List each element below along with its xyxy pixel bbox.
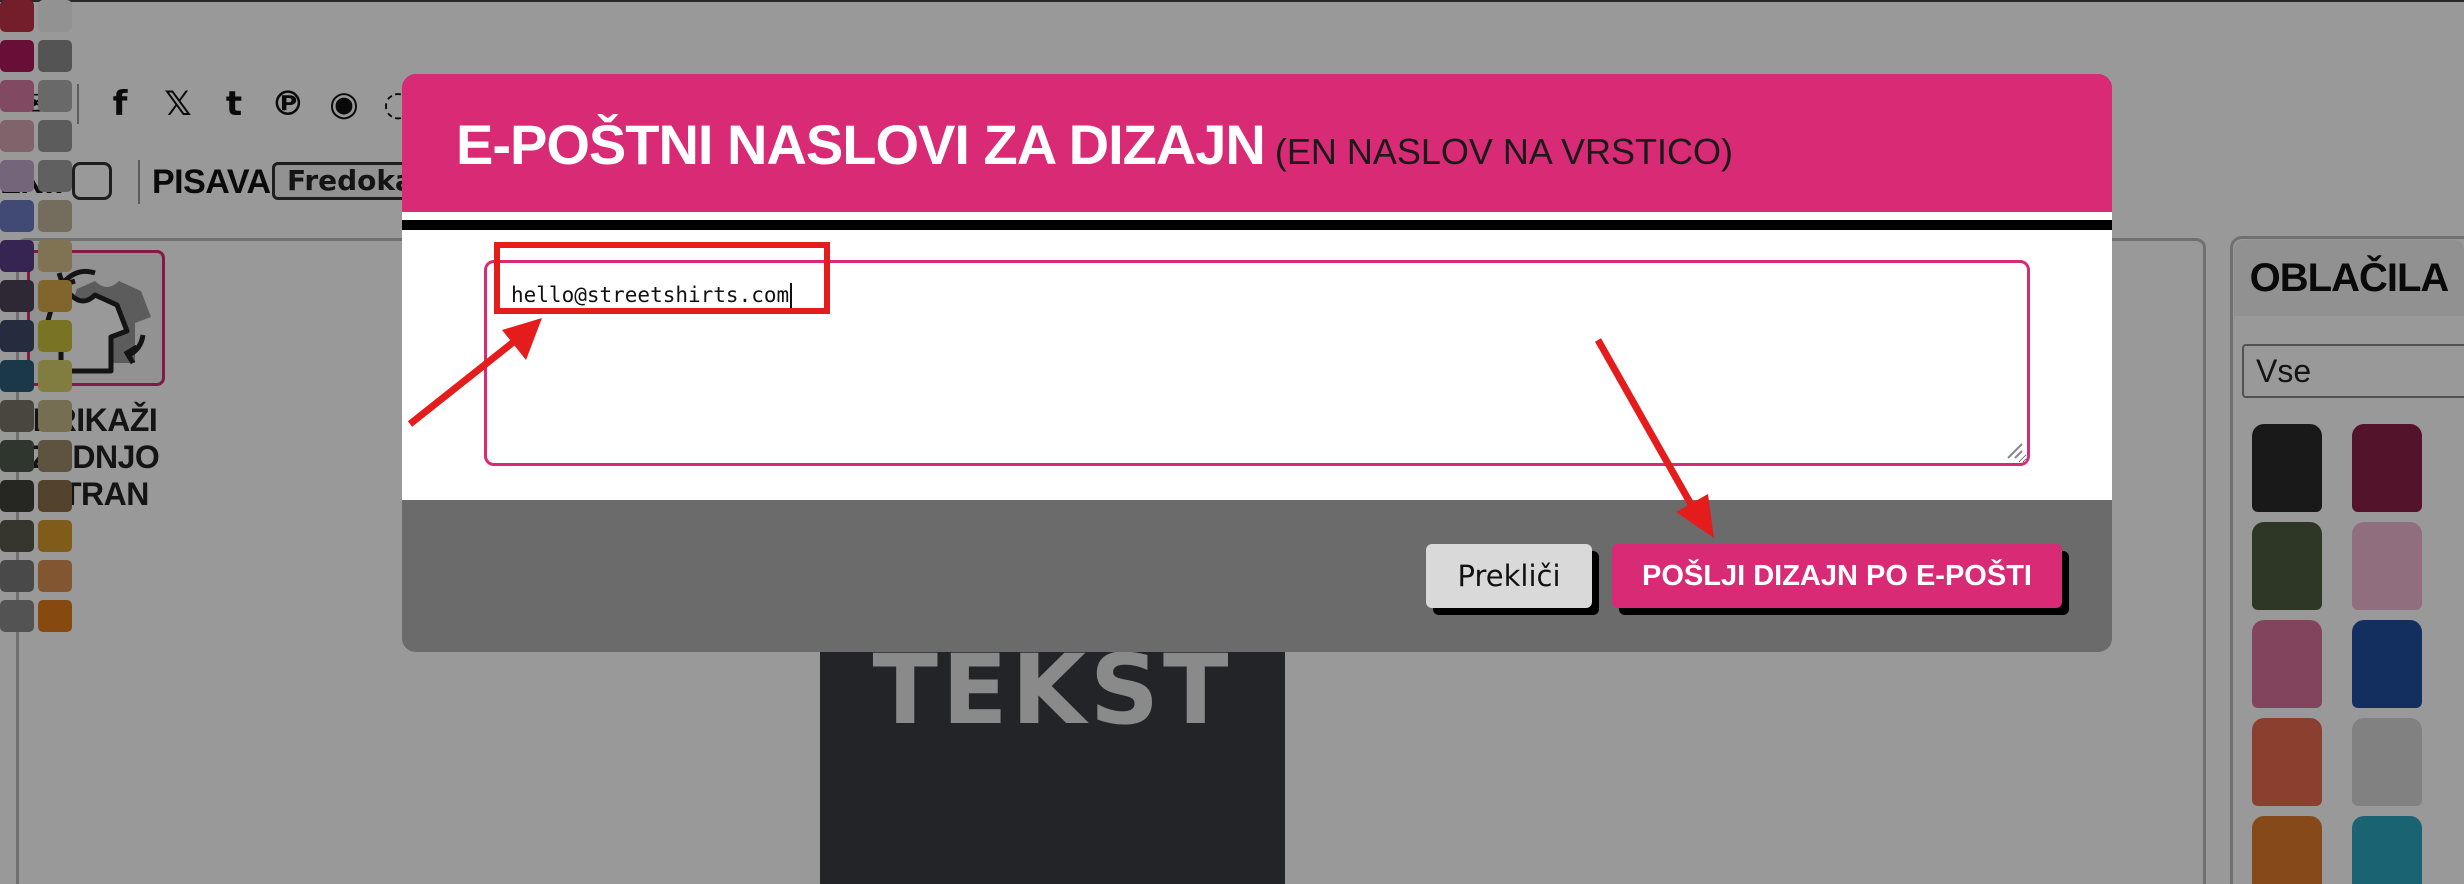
dialog-title-hint: (EN NASLOV NA VRSTICO) xyxy=(1274,131,1733,172)
dialog-header: E-POŠTNI NASLOVI ZA DIZAJN (EN NASLOV NA … xyxy=(402,74,2112,212)
header-divider-white xyxy=(402,212,2112,220)
header-divider-black xyxy=(402,220,2112,230)
dialog-title-main: E-POŠTNI NASLOVI ZA DIZAJN xyxy=(456,113,1266,176)
textarea-resize-handle[interactable] xyxy=(2004,440,2024,460)
send-design-email-button[interactable]: POŠLJI DIZAJN PO E-POŠTI xyxy=(1612,544,2062,608)
cancel-button[interactable]: Prekliči xyxy=(1426,544,1592,608)
dialog-title: E-POŠTNI NASLOVI ZA DIZAJN (EN NASLOV NA … xyxy=(456,112,1733,177)
annotation-highlight-box xyxy=(494,242,830,314)
